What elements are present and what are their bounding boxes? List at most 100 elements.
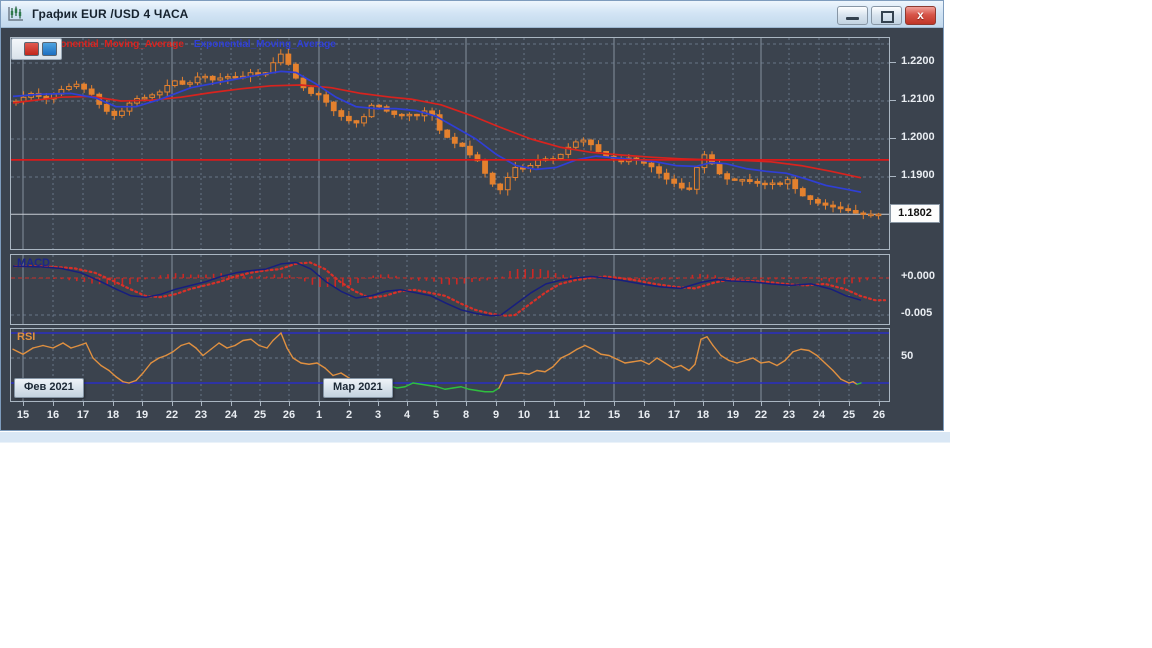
rsi-line-segment (528, 369, 538, 375)
rsi-line-segment (512, 372, 522, 375)
rsi-line-segment (688, 363, 696, 372)
candle-body (308, 87, 314, 94)
time-tick (733, 402, 734, 406)
rsi-line-segment (12, 348, 24, 355)
rsi-line-segment (142, 362, 152, 374)
candle-body (504, 176, 511, 191)
rsi-line-segment (92, 357, 102, 367)
time-tick-label: 19 (726, 409, 740, 421)
time-tick-label: 17 (76, 409, 90, 421)
candle-body (535, 159, 541, 167)
time-tick (466, 402, 467, 406)
time-tick-label: 2 (345, 409, 353, 421)
macd-plot[interactable] (11, 255, 889, 324)
price-tick-label: 1.2200 (901, 55, 935, 67)
candle-body (489, 172, 496, 185)
time-tick-label: 25 (253, 409, 267, 421)
rsi-line-segment (800, 348, 810, 352)
macd-panel[interactable] (10, 254, 890, 325)
chart-window[interactable]: График EUR /USD 4 ЧАСА x Exponential_Mov… (0, 0, 944, 431)
time-tick (524, 402, 525, 406)
price-axis[interactable]: 1.2200 1.2100 1.2000 1.1900 +0.000 -0.005 50 (890, 29, 943, 430)
time-tick-label: 15 (607, 409, 621, 421)
rsi-plot[interactable] (11, 329, 889, 401)
candle-body (686, 187, 693, 190)
rsi-line-segment (664, 362, 674, 369)
time-tick-label: 18 (106, 409, 120, 421)
ema-blue-label: Exponential_Moving_Average (193, 39, 336, 50)
price-plot[interactable] (11, 38, 889, 249)
candle-body (746, 179, 753, 182)
rsi-line-segment (736, 359, 746, 364)
rsi-line-segment (444, 387, 454, 390)
candle-body (845, 208, 852, 212)
candle-body (73, 83, 80, 88)
rsi-line-segment (694, 338, 702, 365)
time-tick-label: 22 (754, 409, 768, 421)
candle-body (588, 139, 594, 146)
close-button[interactable]: x (905, 6, 936, 25)
candle-body (497, 183, 504, 191)
candle-body (217, 77, 224, 81)
time-tick (53, 402, 54, 406)
candle-body (277, 53, 284, 64)
candle-body (648, 162, 655, 168)
rsi-line-segment (85, 342, 94, 359)
candle-body (224, 76, 231, 79)
time-tick (260, 402, 261, 406)
candle-body (315, 92, 322, 96)
candle-body (187, 82, 193, 85)
rsi-line-segment (752, 357, 762, 364)
rsi-line-segment (576, 344, 586, 350)
rsi-line-segment (640, 359, 650, 365)
rsi-panel[interactable] (10, 328, 890, 402)
rsi-line-segment (32, 344, 44, 349)
rsi-line-segment (115, 376, 124, 383)
price-tick (890, 138, 896, 139)
candle-body (406, 113, 413, 117)
rsi-tick-label: 50 (901, 350, 914, 362)
rsi-line-segment (592, 348, 602, 355)
rsi-line-segment (792, 348, 802, 353)
rsi-line-segment (180, 342, 190, 347)
rsi-line-segment (648, 357, 658, 365)
rsi-line-segment (272, 332, 282, 342)
rsi-line-segment (250, 338, 260, 347)
indicator-blue-button[interactable] (42, 42, 57, 56)
candle-body (769, 182, 776, 185)
time-tick-label: 22 (165, 409, 179, 421)
rsi-line-segment (280, 332, 288, 349)
rsi-line-segment (210, 342, 220, 350)
time-tick (407, 402, 408, 406)
candle-body (701, 154, 708, 169)
ema-line (12, 84, 862, 179)
time-tick (349, 402, 350, 406)
time-axis[interactable]: 15 16 17 18 19 22 23 24 25 26 1 2 3 4 5 8 9 10 11 12 15 16 17 1… (1, 402, 891, 428)
rsi-line-segment (52, 342, 64, 349)
price-tick-label: 1.2100 (901, 93, 935, 105)
candle-body (671, 178, 678, 184)
macd-line (12, 261, 862, 317)
time-tick-label: 4 (403, 409, 411, 421)
rsi-line-segment (420, 383, 430, 387)
rsi-line-segment (242, 338, 252, 342)
title-bar[interactable]: График EUR /USD 4 ЧАСА x (1, 1, 943, 28)
candle-body (799, 188, 806, 197)
time-tick (703, 402, 704, 406)
rsi-line-segment (308, 362, 318, 365)
candle-body (194, 76, 201, 84)
candle-body (361, 116, 367, 124)
rsi-line-segment (234, 339, 244, 347)
time-tick-label: 16 (637, 409, 651, 421)
close-icon: x (917, 8, 924, 22)
rsi-line-segment (452, 386, 462, 389)
rsi-line-segment (42, 344, 54, 349)
rsi-line-segment (824, 362, 834, 372)
candle-body (557, 153, 564, 160)
time-tick (436, 402, 437, 406)
indicator-red-button[interactable] (24, 42, 39, 56)
minimize-button[interactable] (837, 6, 868, 25)
time-tick-label: 17 (667, 409, 681, 421)
maximize-button[interactable] (871, 6, 902, 25)
price-chart-panel[interactable] (10, 37, 890, 250)
